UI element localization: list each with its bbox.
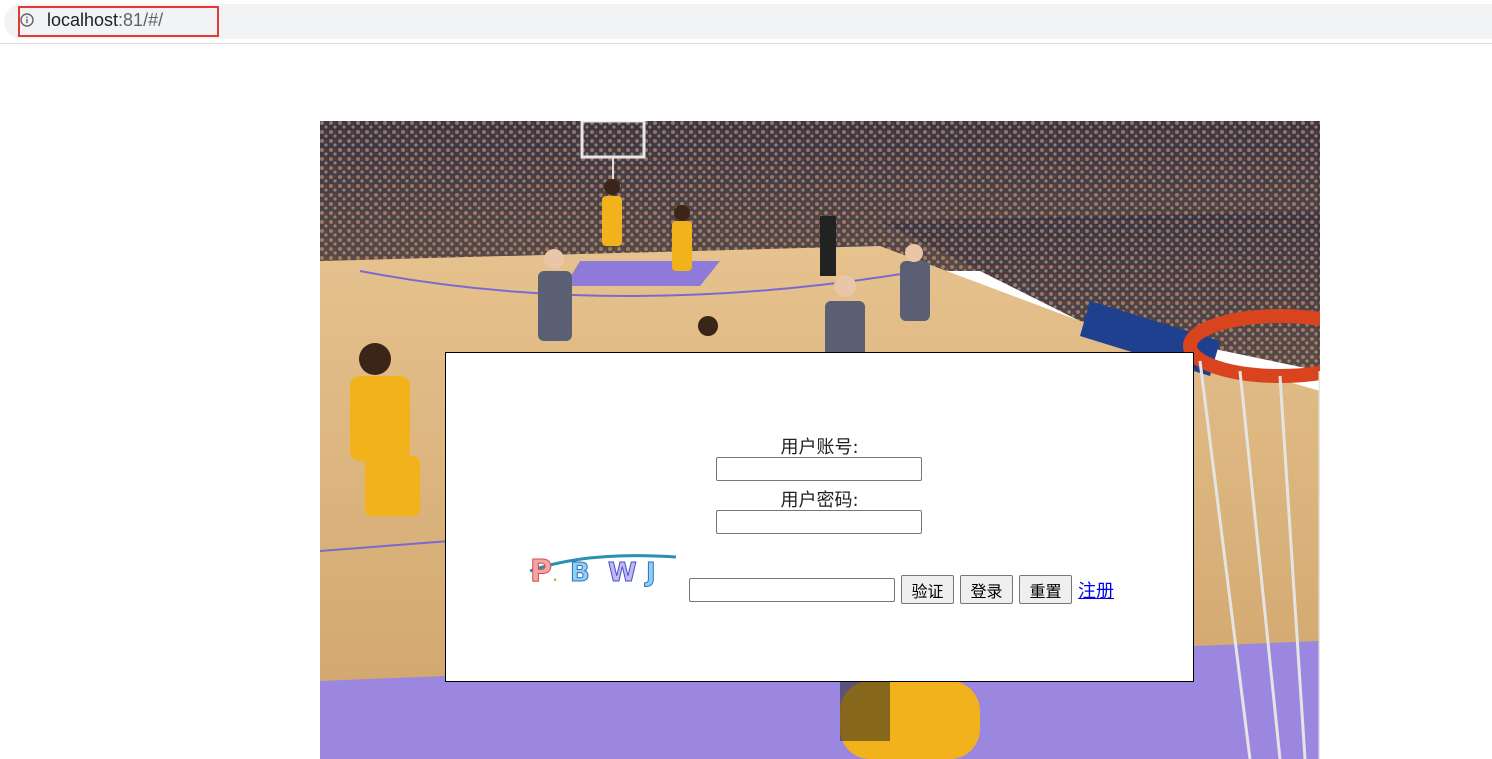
- svg-text:P: P: [530, 554, 552, 589]
- svg-text:.: .: [552, 562, 558, 586]
- password-label: 用户密码:: [780, 490, 859, 511]
- reset-button[interactable]: 重置: [1019, 575, 1072, 604]
- captcha-image[interactable]: P . B W J: [526, 549, 680, 589]
- username-input[interactable]: [716, 457, 922, 481]
- browser-address-bar: localhost:81/#/: [0, 0, 1492, 44]
- captcha-input[interactable]: [689, 578, 895, 602]
- password-input[interactable]: [716, 510, 922, 534]
- login-panel: 用户账号: 用户密码: P . B W J 验证 登录 重置 注册: [445, 352, 1194, 682]
- svg-text:J: J: [644, 558, 656, 588]
- omnibox[interactable]: [4, 4, 1492, 39]
- register-link[interactable]: 注册: [1078, 577, 1114, 603]
- url-highlight-box: [18, 6, 219, 37]
- username-label: 用户账号:: [780, 437, 859, 458]
- login-button[interactable]: 登录: [960, 575, 1013, 604]
- svg-text:B: B: [570, 558, 590, 588]
- verify-button[interactable]: 验证: [901, 575, 954, 604]
- svg-text:W: W: [608, 558, 637, 588]
